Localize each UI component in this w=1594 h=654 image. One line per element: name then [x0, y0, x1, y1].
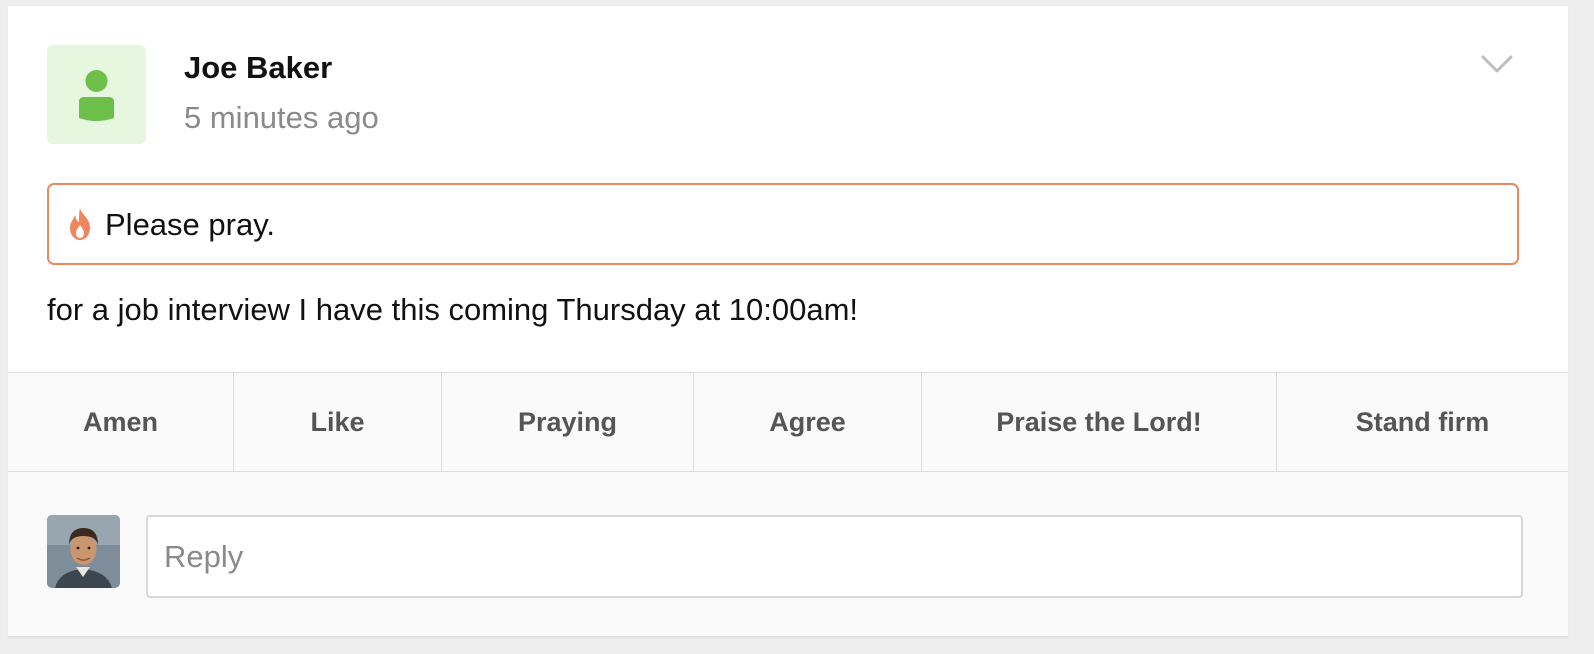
post-timestamp: 5 minutes ago — [184, 100, 379, 135]
reaction-praise-button[interactable]: Praise the Lord! — [922, 373, 1277, 471]
prayer-request-banner: Please pray. — [47, 183, 1519, 265]
reaction-stand-firm-button[interactable]: Stand firm — [1277, 373, 1568, 471]
prayer-request-title: Please pray. — [105, 207, 276, 242]
reaction-amen-button[interactable]: Amen — [8, 373, 234, 471]
post-menu-button[interactable] — [1480, 52, 1514, 76]
reply-section — [8, 472, 1568, 636]
author-name[interactable]: Joe Baker — [184, 50, 332, 86]
reaction-praying-button[interactable]: Praying — [442, 373, 694, 471]
author-avatar[interactable] — [47, 45, 146, 144]
user-photo-icon — [47, 515, 120, 588]
reply-input[interactable] — [146, 515, 1523, 598]
user-icon — [79, 70, 114, 121]
reaction-like-button[interactable]: Like — [234, 373, 442, 471]
post-card: Joe Baker 5 minutes ago Please pray. for… — [8, 6, 1568, 637]
post-body: for a job interview I have this coming T… — [47, 292, 859, 327]
current-user-avatar[interactable] — [47, 515, 120, 588]
reaction-agree-button[interactable]: Agree — [694, 373, 922, 471]
chevron-down-icon — [1481, 55, 1513, 73]
reaction-bar: Amen Like Praying Agree Praise the Lord!… — [8, 372, 1568, 472]
flame-icon — [70, 208, 90, 240]
